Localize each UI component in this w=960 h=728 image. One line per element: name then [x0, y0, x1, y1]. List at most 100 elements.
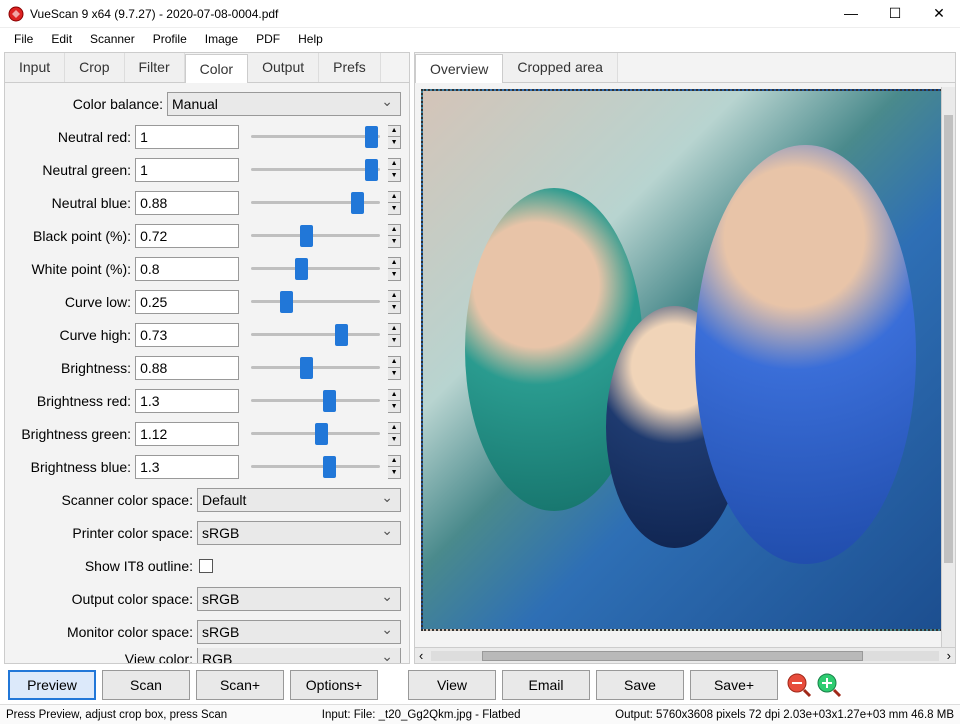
save-button[interactable]: Save: [596, 670, 684, 700]
menu-image[interactable]: Image: [197, 30, 246, 48]
brightness-slider[interactable]: [251, 366, 380, 369]
brightness-blue-input[interactable]: [135, 455, 239, 479]
curve-low-spinner[interactable]: ▲▼: [388, 290, 401, 314]
monitor-cs-select[interactable]: [197, 620, 401, 644]
menu-help[interactable]: Help: [290, 30, 331, 48]
black-point-slider[interactable]: [251, 234, 380, 237]
curve-high-slider[interactable]: [251, 333, 380, 336]
neutral-red-input[interactable]: [135, 125, 239, 149]
preview-hscrollbar[interactable]: [415, 647, 955, 663]
output-cs-label: Output color space:: [7, 591, 197, 607]
tab-prefs[interactable]: Prefs: [319, 53, 381, 82]
brightness-green-label: Brightness green:: [7, 426, 135, 442]
menu-scanner[interactable]: Scanner: [82, 30, 143, 48]
email-button[interactable]: Email: [502, 670, 590, 700]
menu-pdf[interactable]: PDF: [248, 30, 288, 48]
neutral-red-spinner[interactable]: ▲▼: [388, 125, 401, 149]
neutral-blue-slider[interactable]: [251, 201, 380, 204]
brightness-spinner[interactable]: ▲▼: [388, 356, 401, 380]
save-plus-button[interactable]: Save+: [690, 670, 778, 700]
tab-input[interactable]: Input: [5, 53, 65, 82]
neutral-green-slider[interactable]: [251, 168, 380, 171]
brightness-blue-slider[interactable]: [251, 465, 380, 468]
curve-low-input[interactable]: [135, 290, 239, 314]
curve-low-slider[interactable]: [251, 300, 380, 303]
brightness-blue-spinner[interactable]: ▲▼: [388, 455, 401, 479]
brightness-green-input[interactable]: [135, 422, 239, 446]
black-point-spinner[interactable]: ▲▼: [388, 224, 401, 248]
neutral-green-input[interactable]: [135, 158, 239, 182]
neutral-red-slider[interactable]: [251, 135, 380, 138]
show-it8-label: Show IT8 outline:: [7, 558, 197, 574]
maximize-button[interactable]: ☐: [882, 5, 908, 22]
action-buttons: Preview Scan Scan+ Options+ View Email S…: [0, 666, 960, 704]
preview-area: [415, 83, 955, 647]
settings-panel: Input Crop Filter Color Output Prefs Col…: [4, 52, 410, 664]
output-cs-select[interactable]: [197, 587, 401, 611]
minimize-button[interactable]: —: [838, 5, 864, 22]
brightness-red-spinner[interactable]: ▲▼: [388, 389, 401, 413]
neutral-green-spinner[interactable]: ▲▼: [388, 158, 401, 182]
neutral-blue-spinner[interactable]: ▲▼: [388, 191, 401, 215]
white-point-slider[interactable]: [251, 267, 380, 270]
scan-plus-button[interactable]: Scan+: [196, 670, 284, 700]
titlebar: VueScan 9 x64 (9.7.27) - 2020-07-08-0004…: [0, 0, 960, 28]
scan-button[interactable]: Scan: [102, 670, 190, 700]
tab-output[interactable]: Output: [248, 53, 319, 82]
view-button[interactable]: View: [408, 670, 496, 700]
view-color-select[interactable]: [197, 648, 401, 663]
zoom-out-icon[interactable]: [786, 672, 812, 698]
white-point-label: White point (%):: [7, 261, 135, 277]
show-it8-checkbox[interactable]: [199, 559, 213, 573]
black-point-label: Black point (%):: [7, 228, 135, 244]
scanner-cs-select[interactable]: [197, 488, 401, 512]
brightness-green-slider[interactable]: [251, 432, 380, 435]
preview-tabs: Overview Cropped area: [415, 53, 955, 83]
app-icon: [8, 6, 24, 22]
neutral-green-label: Neutral green:: [7, 162, 135, 178]
brightness-red-label: Brightness red:: [7, 393, 135, 409]
curve-low-label: Curve low:: [7, 294, 135, 310]
tab-overview[interactable]: Overview: [415, 54, 503, 83]
brightness-blue-label: Brightness blue:: [7, 459, 135, 475]
preview-image[interactable]: [421, 89, 949, 631]
tab-cropped-area[interactable]: Cropped area: [503, 53, 618, 82]
preview-vscrollbar[interactable]: [941, 87, 955, 647]
status-right: Output: 5760x3608 pixels 72 dpi 2.03e+03…: [615, 709, 954, 721]
color-balance-label: Color balance:: [7, 96, 167, 112]
scanner-cs-label: Scanner color space:: [7, 492, 197, 508]
brightness-input[interactable]: [135, 356, 239, 380]
neutral-blue-input[interactable]: [135, 191, 239, 215]
brightness-label: Brightness:: [7, 360, 135, 376]
status-left: Press Preview, adjust crop box, press Sc…: [6, 709, 227, 721]
view-color-label: View color:: [7, 651, 197, 663]
menubar: File Edit Scanner Profile Image PDF Help: [0, 28, 960, 50]
menu-edit[interactable]: Edit: [43, 30, 80, 48]
white-point-input[interactable]: [135, 257, 239, 281]
white-point-spinner[interactable]: ▲▼: [388, 257, 401, 281]
curve-high-input[interactable]: [135, 323, 239, 347]
brightness-red-input[interactable]: [135, 389, 239, 413]
zoom-in-icon[interactable]: [816, 672, 842, 698]
color-balance-select[interactable]: [167, 92, 401, 116]
options-plus-button[interactable]: Options+: [290, 670, 378, 700]
tab-crop[interactable]: Crop: [65, 53, 124, 82]
curve-high-spinner[interactable]: ▲▼: [388, 323, 401, 347]
menu-file[interactable]: File: [6, 30, 41, 48]
black-point-input[interactable]: [135, 224, 239, 248]
preview-button[interactable]: Preview: [8, 670, 96, 700]
close-button[interactable]: ✕: [926, 5, 952, 22]
neutral-blue-label: Neutral blue:: [7, 195, 135, 211]
settings-body: Color balance: Neutral red: ▲▼ Neutral g…: [5, 83, 409, 663]
brightness-red-slider[interactable]: [251, 399, 380, 402]
printer-cs-select[interactable]: [197, 521, 401, 545]
statusbar: Press Preview, adjust crop box, press Sc…: [0, 704, 960, 724]
status-center: Input: File: _t20_Gg2Qkm.jpg - Flatbed: [227, 709, 615, 721]
tab-filter[interactable]: Filter: [125, 53, 185, 82]
curve-high-label: Curve high:: [7, 327, 135, 343]
tab-color[interactable]: Color: [185, 54, 248, 83]
window-title: VueScan 9 x64 (9.7.27) - 2020-07-08-0004…: [30, 7, 838, 21]
menu-profile[interactable]: Profile: [145, 30, 195, 48]
monitor-cs-label: Monitor color space:: [7, 624, 197, 640]
brightness-green-spinner[interactable]: ▲▼: [388, 422, 401, 446]
